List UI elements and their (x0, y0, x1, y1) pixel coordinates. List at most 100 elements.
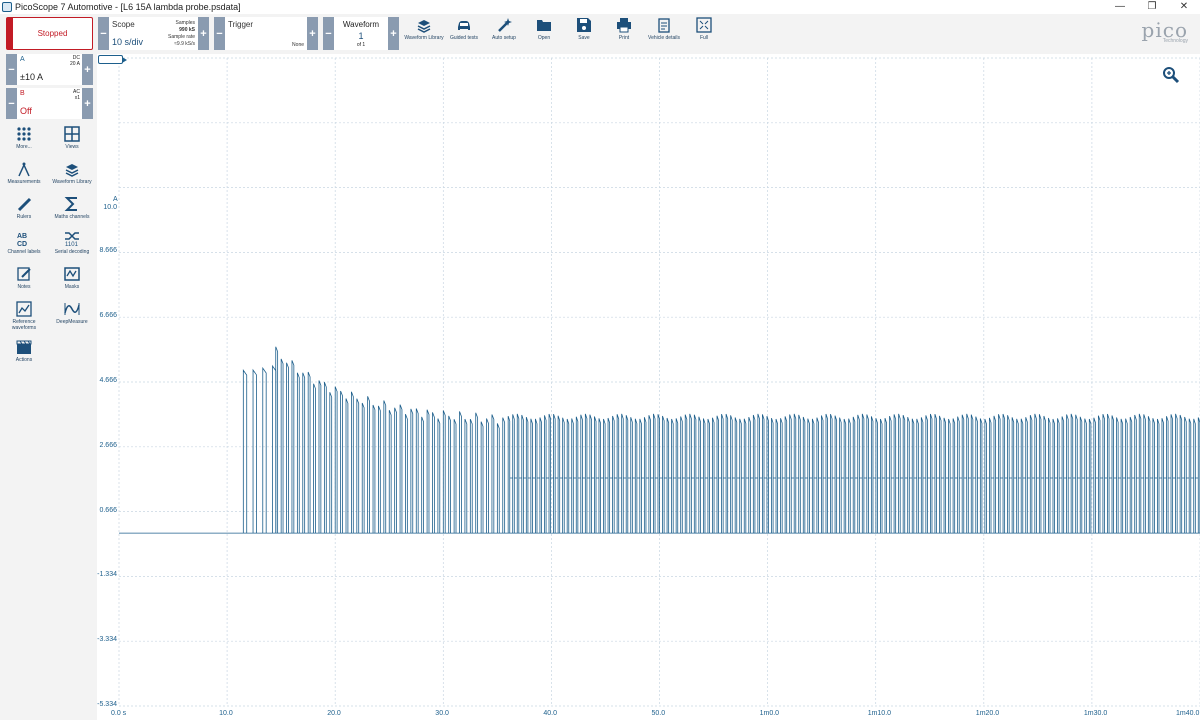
waveform-library-icon (417, 20, 431, 33)
maximize-button[interactable]: ❐ (1136, 0, 1168, 14)
guided-tests-button[interactable]: Guided tests (444, 16, 484, 52)
trigger-group: − Trigger None + (214, 17, 318, 50)
svg-text:1101: 1101 (65, 242, 79, 247)
sidebar-item-measurements[interactable]: Measurements (0, 161, 48, 196)
actions-icon (16, 340, 32, 354)
sample-rate-label: Sample rate (168, 34, 195, 40)
sidebar-item-deepmeasure[interactable]: DeepMeasure (48, 301, 96, 339)
scope-group: − Scope 10 s/div Samples 990 kS Sample r… (98, 17, 209, 50)
run-stop-button[interactable]: Stopped (6, 17, 93, 50)
channel-a-range-decrease[interactable]: − (6, 54, 17, 85)
save-icon (577, 18, 591, 32)
abcd-icon: ABCD (17, 233, 27, 247)
fullscreen-icon (696, 17, 712, 33)
timebase-decrease-button[interactable]: − (98, 17, 109, 50)
folder-icon (537, 20, 551, 31)
clipboard-icon (658, 18, 670, 33)
waveform-chart[interactable] (97, 54, 1200, 720)
trigger-decrease-button[interactable]: − (214, 17, 225, 50)
channel-a-probe: 20 A (69, 61, 80, 67)
pico-logo: pico Technology (1142, 18, 1188, 44)
channel-b-panel[interactable]: B AC x1 Off (17, 88, 82, 119)
y-axis-unit: A (113, 196, 118, 203)
sidebar-item-label: Masks (64, 284, 80, 290)
trigger-marker[interactable] (98, 55, 127, 64)
sidebar-item-label: Rulers (16, 214, 32, 220)
x-tick-label: 10.0 (219, 710, 233, 717)
sidebar-item-waveform-library[interactable]: Waveform Library (48, 161, 96, 196)
print-button[interactable]: Print (604, 16, 644, 52)
channel-a-range-increase[interactable]: + (82, 54, 93, 85)
sidebar-item-actions[interactable]: Actions (0, 339, 48, 374)
channel-b-range-increase[interactable]: + (82, 88, 93, 119)
toolbar-tools: Waveform Library Guided tests Auto setup… (404, 16, 724, 52)
deepmeasure-icon (64, 303, 80, 315)
sidebar-item-channel-labels[interactable]: AB CD Channel labels (0, 231, 48, 266)
sidebar-item-views[interactable]: Views (48, 126, 96, 161)
timebase-increase-button[interactable]: + (198, 17, 209, 50)
scope-title: Scope (112, 20, 135, 29)
samples-value: 990 kS (179, 27, 195, 33)
trigger-increase-button[interactable]: + (307, 17, 318, 50)
scope-panel[interactable]: Scope 10 s/div Samples 990 kS Sample rat… (109, 17, 198, 50)
sidebar-item-serial-decoding[interactable]: 1101 Serial decoding (48, 231, 96, 266)
ruler-icon (17, 197, 32, 212)
close-button[interactable]: ✕ (1168, 0, 1200, 14)
save-button[interactable]: Save (564, 16, 604, 52)
x-tick-label: 0.0 s (111, 710, 127, 717)
waveform-title: Waveform (342, 20, 380, 29)
tool-label: Print (618, 35, 630, 41)
svg-text:CD: CD (17, 241, 27, 247)
channel-b-range-decrease[interactable]: − (6, 88, 17, 119)
waveform-next-button[interactable]: + (388, 17, 399, 50)
channel-a-coupling: DC 20 A (70, 55, 80, 67)
open-button[interactable]: Open (524, 16, 564, 52)
sample-rate-value: ≈9.9 kS/s (174, 41, 195, 47)
sidebar-item-rulers[interactable]: Rulers (0, 196, 48, 231)
timebase-value: 10 s/div (112, 37, 144, 47)
y-tick-label: 10.0 (103, 204, 117, 211)
tool-label: Save (578, 35, 590, 41)
print-icon (617, 18, 631, 33)
sidebar-item-label: More... (16, 144, 32, 150)
sidebar-item-maths-channels[interactable]: Maths channels (48, 196, 96, 231)
auto-setup-button[interactable]: Auto setup (484, 16, 524, 52)
sidebar-item-more[interactable]: More... (0, 126, 48, 161)
x-tick-label: 30.0 (435, 710, 449, 717)
waveform-panel[interactable]: Waveform 1 of 1 (334, 17, 388, 50)
tool-label: Full (699, 35, 709, 41)
sidebar-item-masks[interactable]: Masks (48, 266, 96, 301)
channel-a-panel[interactable]: A DC 20 A ±10 A (17, 54, 82, 85)
left-panel: − A DC 20 A ±10 A + − B AC x1 Off + More..… (0, 54, 97, 720)
waveform-previous-button[interactable]: − (323, 17, 334, 50)
minimize-button[interactable]: — (1104, 0, 1136, 14)
vehicle-details-button[interactable]: Vehicle details (644, 16, 684, 52)
sidebar-item-label: Waveform Library (52, 179, 92, 185)
x-tick-label: 1m0.0 (759, 710, 780, 717)
sidebar-item-label: Views (65, 144, 79, 150)
zoom-button[interactable] (1162, 66, 1180, 84)
waveform-library-button[interactable]: Waveform Library (404, 16, 444, 52)
y-tick-label: 0.666 (99, 506, 117, 514)
scope-view[interactable]: A 10.0 8.666 6.666 4.666 2.666 0.666 -1.334 -3.3… (97, 54, 1200, 720)
sidebar-tools: More... Views Measurements Waveform Libr… (0, 126, 97, 374)
channel-b-probe: x1 (74, 95, 80, 101)
y-tick-label: -1.334 (97, 571, 117, 579)
waveform-index: 1 (358, 31, 364, 41)
trigger-panel[interactable]: Trigger None (225, 17, 307, 50)
app-icon (2, 2, 12, 12)
sidebar-item-notes[interactable]: Notes (0, 266, 48, 301)
x-tick-label: 40.0 (543, 710, 558, 717)
toolbar: Stopped − Scope 10 s/div Samples 990 kS … (0, 14, 1200, 54)
y-tick-label: 6.666 (99, 312, 117, 320)
channel-b-coupling: AC x1 (73, 89, 80, 101)
tool-label: Open (537, 35, 551, 41)
x-tick-label: 1m20.0 (975, 710, 1000, 717)
window-title: PicoScope 7 Automotive - [L6 15A lambda … (15, 2, 241, 12)
fullscreen-button[interactable]: Full (684, 16, 724, 52)
trigger-title: Trigger (228, 20, 254, 29)
car-icon (458, 21, 470, 30)
run-state-label: Stopped (37, 29, 68, 38)
sidebar-item-reference-waveforms[interactable]: Reference waveforms (0, 301, 48, 339)
y-tick-label: 8.666 (99, 247, 117, 255)
